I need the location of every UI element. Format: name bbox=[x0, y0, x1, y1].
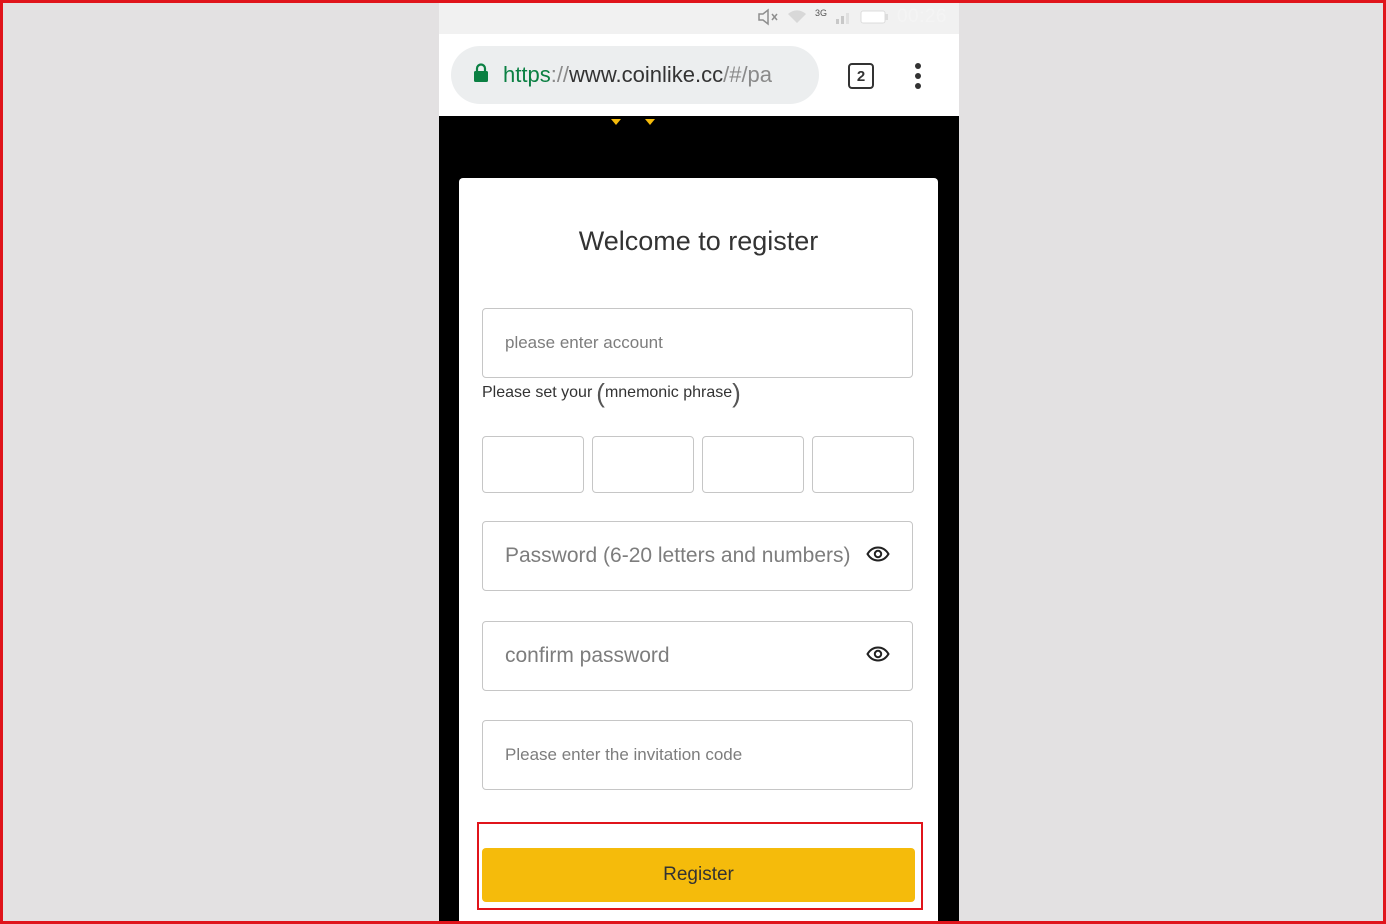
tab-count: 2 bbox=[856, 67, 866, 85]
logo-fragment bbox=[611, 114, 657, 132]
url-text: https://www.coinlike.cc/#/pa bbox=[503, 62, 803, 88]
password-input[interactable]: Password (6-20 letters and numbers) bbox=[482, 521, 913, 591]
mnemonic-word-input[interactable] bbox=[482, 436, 584, 493]
tabs-icon[interactable]: 2 bbox=[848, 63, 874, 89]
status-icons: 3G 00:26 bbox=[757, 6, 947, 28]
password-placeholder: Password (6-20 letters and numbers) bbox=[505, 544, 851, 567]
invitation-code-input[interactable]: Please enter the invitation code bbox=[482, 720, 913, 790]
url-scheme: https bbox=[503, 62, 551, 87]
url-path: /#/pa bbox=[723, 62, 773, 87]
status-bar: 3G 00:26 bbox=[439, 0, 959, 34]
eye-icon[interactable] bbox=[866, 645, 890, 667]
url-host: www.coinlike.cc bbox=[569, 62, 724, 87]
mnemonic-word-input[interactable] bbox=[592, 436, 694, 493]
lock-icon bbox=[473, 62, 489, 88]
register-card: Welcome to register please enter account… bbox=[459, 178, 938, 924]
mnemonic-word-input[interactable] bbox=[812, 436, 914, 493]
mnemonic-hint: Please set your ( mnemonic phrase ) bbox=[482, 380, 741, 406]
mnemonic-paren-open: ( bbox=[596, 378, 605, 408]
mnemonic-label: mnemonic phrase bbox=[604, 384, 733, 401]
mute-icon bbox=[757, 8, 779, 26]
mnemonic-hint-text: Please set your bbox=[482, 384, 593, 401]
account-input[interactable]: please enter account bbox=[482, 308, 913, 378]
mnemonic-paren-close: ) bbox=[732, 378, 741, 408]
highlight-box bbox=[477, 822, 923, 910]
confirm-password-placeholder: confirm password bbox=[505, 644, 670, 667]
network-type-label: 3G bbox=[814, 8, 827, 18]
eye-icon[interactable] bbox=[866, 545, 890, 567]
status-time: 00:26 bbox=[896, 6, 947, 27]
signal-icon bbox=[835, 9, 851, 25]
mnemonic-word-input[interactable] bbox=[702, 436, 804, 493]
confirm-password-input[interactable]: confirm password bbox=[482, 621, 913, 691]
account-placeholder: please enter account bbox=[505, 333, 663, 352]
menu-icon[interactable] bbox=[913, 62, 923, 95]
battery-icon bbox=[859, 9, 889, 25]
invitation-code-placeholder: Please enter the invitation code bbox=[505, 745, 743, 764]
browser-toolbar: https://www.coinlike.cc/#/pa 2 bbox=[439, 34, 959, 116]
address-bar[interactable]: https://www.coinlike.cc/#/pa bbox=[451, 46, 819, 104]
wifi-icon bbox=[787, 9, 807, 25]
phone-screen: 3G 00:26 https://www.coinlike.cc/#/pa 2 … bbox=[439, 0, 959, 924]
page-title: Welcome to register bbox=[578, 226, 819, 256]
url-separator: :// bbox=[550, 62, 570, 87]
